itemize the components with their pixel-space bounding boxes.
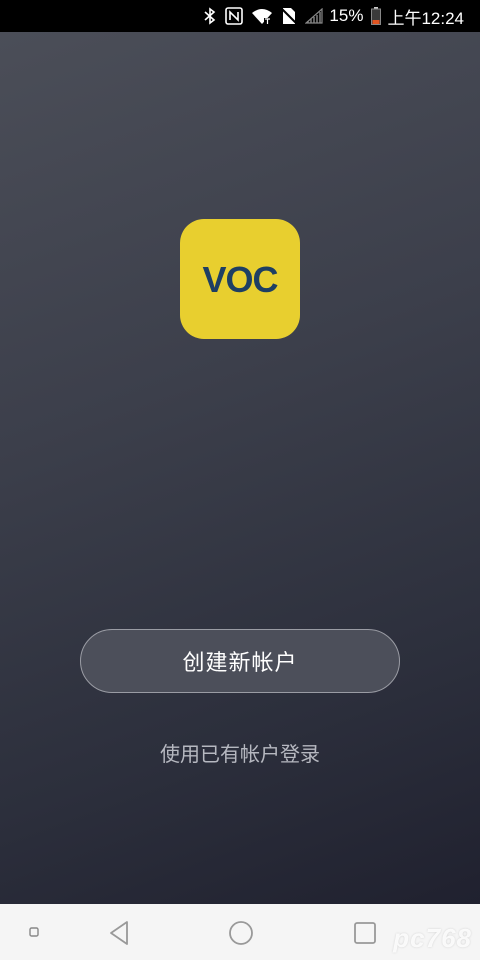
svg-text:VOC: VOC [202, 259, 278, 299]
voc-logo: VOC [180, 219, 300, 339]
no-sim-icon [281, 7, 298, 25]
battery-percent: 15% [329, 6, 364, 25]
create-account-button[interactable]: 创建新帐户 [80, 629, 400, 693]
app-background [0, 32, 480, 904]
nfc-icon [225, 7, 244, 25]
navigation-bar: pc768 [0, 904, 480, 960]
voc-logo-mark: VOC [202, 259, 279, 299]
wifi-icon [251, 7, 273, 25]
back-icon[interactable] [104, 918, 134, 948]
battery-low-icon [371, 7, 382, 25]
recent-dot-icon[interactable] [24, 922, 44, 942]
bluetooth-icon [203, 7, 217, 25]
overview-icon[interactable] [350, 918, 380, 948]
status-bar: 15% 上午12:24 [0, 0, 480, 32]
login-existing-link[interactable]: 使用已有帐户登录 [0, 736, 480, 768]
clock: 上午12:24 [387, 8, 464, 28]
signal-icon [305, 8, 324, 24]
watermark: pc768 [393, 923, 472, 953]
home-icon[interactable] [226, 918, 256, 948]
